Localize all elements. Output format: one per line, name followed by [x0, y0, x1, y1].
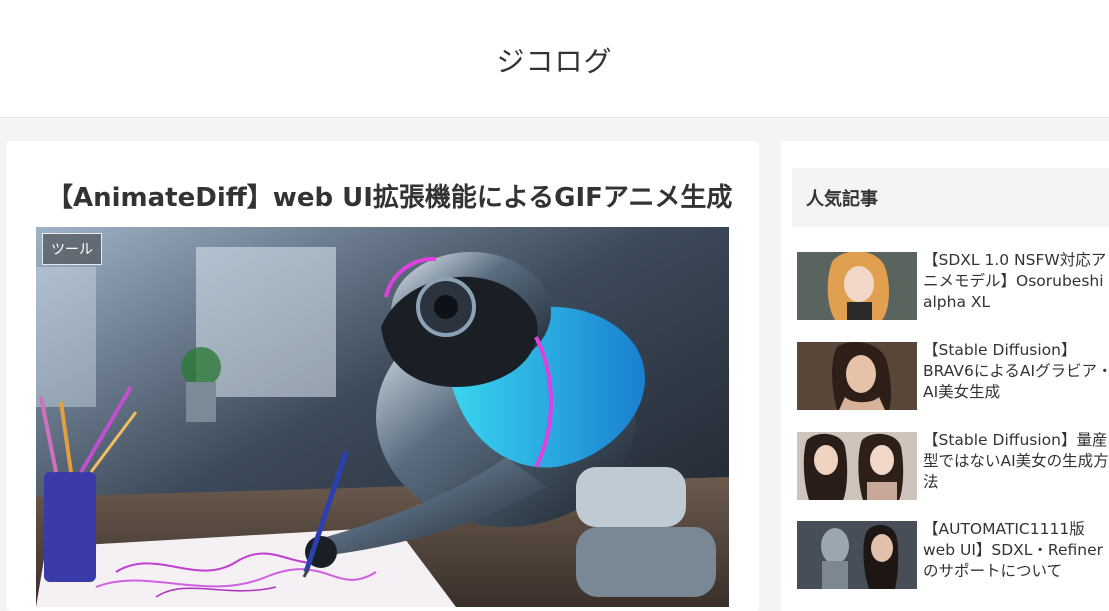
- post-thumbnail[interactable]: [797, 521, 917, 589]
- popular-post-title[interactable]: 【AUTOMATIC1111版web UI】SDXL・Refinerのサポートに…: [923, 519, 1109, 582]
- site-title[interactable]: ジコログ: [0, 40, 1109, 80]
- site-header: ジコログ: [0, 0, 1109, 118]
- popular-post-item[interactable]: 【Stable Diffusion】量産型ではないAI美女の生成方法: [797, 430, 1109, 512]
- sidebar: 人気記事 【SDXL 1.0 NSFW対応アニメモデル】Osorubeshi a…: [781, 141, 1109, 611]
- category-badge[interactable]: ツール: [42, 233, 102, 265]
- anime-girl-thumbnail: [797, 252, 917, 320]
- robot-and-woman-thumbnail: [797, 521, 917, 589]
- article-title[interactable]: 【AnimateDiff】web UI拡張機能によるGIFアニメ生成: [47, 177, 747, 214]
- popular-post-item[interactable]: 【SDXL 1.0 NSFW対応アニメモデル】Osorubeshi alpha …: [797, 250, 1109, 332]
- popular-post-item[interactable]: 【AUTOMATIC1111版web UI】SDXL・Refinerのサポートに…: [797, 519, 1109, 601]
- popular-post-item[interactable]: 【Stable Diffusion】BRAV6によるAIグラビア・AI美女生成: [797, 340, 1109, 422]
- post-thumbnail[interactable]: [797, 342, 917, 410]
- popular-post-title[interactable]: 【Stable Diffusion】BRAV6によるAIグラビア・AI美女生成: [923, 340, 1109, 403]
- post-thumbnail[interactable]: [797, 432, 917, 500]
- portrait-thumbnail: [797, 342, 917, 410]
- article-card: 【AnimateDiff】web UI拡張機能によるGIFアニメ生成 ツール: [7, 141, 759, 611]
- popular-post-title[interactable]: 【SDXL 1.0 NSFW対応アニメモデル】Osorubeshi alpha …: [923, 250, 1109, 313]
- popular-posts-heading: 人気記事: [792, 168, 1109, 227]
- post-thumbnail[interactable]: [797, 252, 917, 320]
- two-women-thumbnail: [797, 432, 917, 500]
- popular-post-title[interactable]: 【Stable Diffusion】量産型ではないAI美女の生成方法: [923, 430, 1109, 493]
- article-hero-image[interactable]: ツール: [36, 227, 729, 607]
- robot-drawing-illustration: [36, 227, 729, 607]
